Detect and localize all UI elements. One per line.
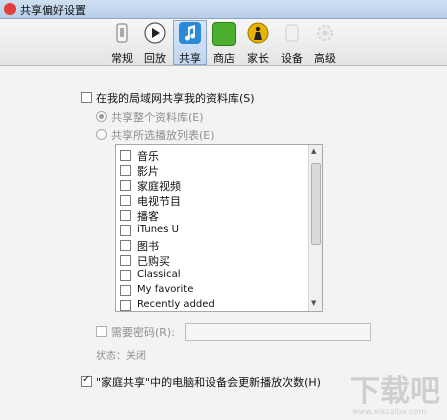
playlist-checkbox[interactable] (120, 285, 131, 296)
playlist-label: 播客 (137, 210, 159, 223)
tab-store[interactable]: 商店 (208, 21, 240, 65)
playlist-checkbox[interactable] (120, 300, 131, 311)
tab-store-label: 商店 (213, 52, 235, 65)
tab-playback[interactable]: 回放 (139, 21, 171, 65)
scroll-up-icon[interactable]: ▲ (311, 147, 316, 155)
playlist-label: 家庭视频 (137, 180, 181, 193)
tab-advanced-label: 高级 (314, 52, 336, 65)
radio-share-selected-playlists[interactable] (96, 129, 107, 140)
tab-sharing[interactable]: 共享 (173, 20, 207, 65)
tab-parental[interactable]: 家长 (242, 21, 274, 65)
window-title: 共享偏好设置 (20, 4, 86, 17)
playlist-checkbox[interactable] (120, 210, 131, 221)
home-share-label: "家庭共享"中的电脑和设备会更新播放次数(H) (96, 376, 321, 389)
parental-person-icon (247, 22, 269, 44)
tab-parental-label: 家长 (247, 52, 269, 65)
play-icon (144, 22, 166, 44)
scroll-down-icon[interactable]: ▼ (311, 299, 316, 307)
playlist-checkbox[interactable] (120, 255, 131, 266)
password-input[interactable] (185, 323, 371, 341)
sharing-panel: 在我的局域网共享我的资料库(S) 共享整个资料库(E) 共享所选播放列表(E) … (0, 66, 447, 420)
playlist-label: 音乐 (137, 150, 159, 163)
watermark-url: www.xiazaiba.com (352, 407, 427, 416)
playlist-label: Classical (137, 269, 181, 280)
playlist-checkbox[interactable] (120, 150, 131, 161)
home-share-checkbox[interactable] (81, 374, 92, 387)
phone-switch-icon (111, 22, 133, 44)
tab-sharing-label: 共享 (179, 52, 201, 65)
playlist-checkbox[interactable] (120, 225, 131, 236)
require-password-label: 需要密码(R): (111, 326, 175, 339)
tab-devices[interactable]: 设备 (276, 21, 308, 65)
playlist-label: 图书 (137, 240, 159, 253)
scroll-thumb[interactable] (311, 163, 321, 245)
preferences-toolbar: 常规 回放 共享 商店 家长 设备 高级 (0, 19, 447, 66)
radio-share-entire-library[interactable] (96, 111, 107, 122)
store-bag-icon (212, 22, 236, 46)
playlist-label: My favorite (137, 284, 194, 295)
music-note-icon (179, 22, 201, 44)
sharing-status: 状态：关闭 (96, 351, 146, 362)
device-icon (281, 22, 303, 44)
watermark-logo: 下载吧 (350, 374, 440, 409)
playlist-label: 电视节目 (137, 195, 181, 208)
title-bar: 共享偏好设置 (0, 0, 447, 19)
tab-playback-label: 回放 (144, 52, 166, 65)
playlist-checkbox[interactable] (120, 270, 131, 281)
tab-advanced[interactable]: 高级 (309, 21, 341, 65)
radio-share-entire-label: 共享整个资料库(E) (111, 111, 204, 124)
playlist-list[interactable]: 音乐 影片 家庭视频 电视节目 播客 iTunes U 图书 已购买 Class… (115, 144, 323, 312)
itunes-app-icon (4, 3, 16, 15)
tab-general-label: 常规 (111, 52, 133, 65)
playlist-label: 影片 (137, 165, 159, 178)
gear-icon (314, 22, 336, 44)
share-library-checkbox[interactable] (81, 92, 92, 103)
radio-share-selected-label: 共享所选播放列表(E) (111, 129, 215, 142)
tab-general[interactable]: 常规 (106, 21, 138, 65)
playlist-label: iTunes U (137, 224, 179, 235)
tab-devices-label: 设备 (281, 52, 303, 65)
playlist-label: Recently added (137, 299, 215, 310)
playlist-scrollbar[interactable]: ▲ ▼ (308, 145, 322, 311)
playlist-checkbox[interactable] (120, 195, 131, 206)
playlist-checkbox[interactable] (120, 165, 131, 176)
share-library-label: 在我的局域网共享我的资料库(S) (96, 92, 255, 105)
playlist-checkbox[interactable] (120, 180, 131, 191)
playlist-label: 已购买 (137, 255, 170, 268)
require-password-checkbox[interactable] (96, 326, 107, 337)
playlist-checkbox[interactable] (120, 240, 131, 251)
